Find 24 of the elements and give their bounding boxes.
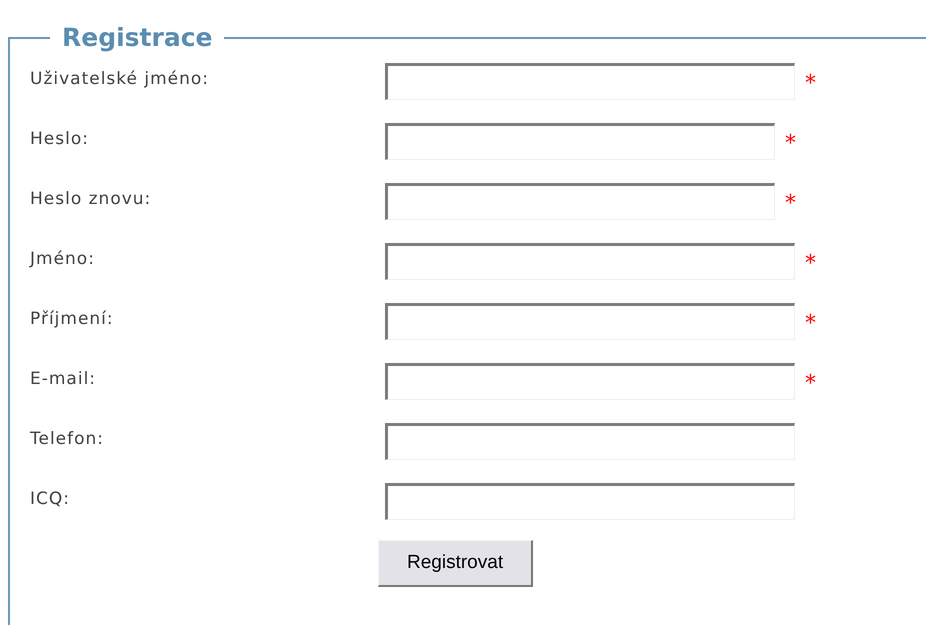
required-mark: * bbox=[805, 372, 816, 394]
required-mark: * bbox=[805, 252, 816, 274]
field-label: Heslo: bbox=[30, 128, 90, 150]
field-label: Heslo znovu: bbox=[30, 188, 152, 210]
input-field[interactable] bbox=[385, 482, 795, 520]
field-label: E-mail: bbox=[30, 368, 98, 390]
register-button[interactable]: Registrovat bbox=[378, 540, 534, 587]
required-mark: * bbox=[805, 72, 816, 94]
required-mark: * bbox=[785, 192, 796, 214]
field-label: Uživatelské jméno: bbox=[30, 68, 210, 90]
input-field[interactable] bbox=[385, 362, 795, 400]
input-field[interactable] bbox=[385, 242, 795, 280]
input-field[interactable] bbox=[385, 62, 795, 100]
input-field[interactable] bbox=[385, 182, 775, 220]
field-label: Telefon: bbox=[30, 428, 106, 450]
input-field[interactable] bbox=[385, 302, 795, 340]
field-label: Jméno: bbox=[30, 248, 96, 270]
required-mark: * bbox=[805, 312, 816, 334]
field-label: Příjmení: bbox=[30, 308, 115, 330]
input-field[interactable] bbox=[385, 422, 795, 460]
required-mark: * bbox=[785, 132, 796, 154]
form-title: Registrace bbox=[61, 22, 214, 54]
field-label: ICQ: bbox=[30, 488, 71, 510]
input-field[interactable] bbox=[385, 122, 775, 160]
